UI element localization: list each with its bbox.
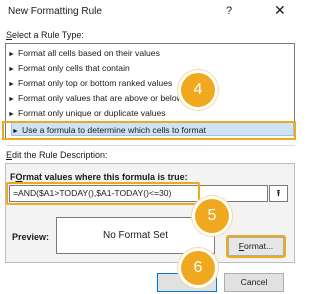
arrow-icon: ► [8, 51, 15, 58]
rule-type-item-label: Format only unique or duplicate values [18, 108, 166, 118]
rule-type-item-label: Format only top or bottom ranked values [18, 78, 173, 88]
title-bar: New Formatting Rule ? ✕ [0, 0, 300, 24]
new-formatting-rule-dialog: New Formatting Rule ? ✕ Select a Rule Ty… [0, 0, 300, 294]
formula-label-accesskey: O [15, 172, 23, 182]
help-icon[interactable]: ? [226, 5, 232, 17]
formula-label-text: rmat values where this formula is true: [22, 172, 188, 182]
divider [6, 145, 295, 146]
format-button-highlight [226, 235, 286, 258]
rule-type-item-label: Format all cells based on their values [18, 48, 160, 58]
arrow-icon: ► [8, 81, 15, 88]
rule-type-item[interactable]: ► Format all cells based on their values [8, 46, 292, 60]
preview-label: Preview: [12, 232, 50, 242]
step-5-badge: 5 [195, 199, 229, 233]
close-icon[interactable]: ✕ [274, 3, 286, 17]
rule-type-label: Select a Rule Type: [6, 30, 84, 40]
formula-highlight [6, 182, 200, 205]
rule-type-item[interactable]: ► Format only unique or duplicate values [8, 106, 292, 120]
description-label-text: dit the Rule Description: [12, 150, 108, 160]
rule-type-item-label: Format only cells that contain [18, 63, 130, 73]
collapse-dialog-button[interactable]: ⭱ [269, 185, 288, 202]
step-4-badge: 4 [181, 73, 215, 107]
arrow-icon: ► [8, 111, 15, 118]
preview-box: No Format Set [56, 217, 215, 254]
rule-type-item[interactable]: ► Format only top or bottom ranked values [8, 76, 292, 90]
rule-type-item[interactable]: ► Format only values that are above or be… [8, 91, 292, 105]
dialog-title: New Formatting Rule [8, 6, 102, 17]
arrow-icon: ► [8, 96, 15, 103]
cancel-button[interactable]: Cancel [224, 273, 284, 292]
rule-type-label-text: elect a Rule Type: [12, 30, 84, 40]
step-6-badge: 6 [181, 251, 215, 285]
description-label: Edit the Rule Description: [6, 150, 108, 160]
arrow-icon: ► [8, 66, 15, 73]
formula-label: FOrmat values where this formula is true… [10, 172, 188, 182]
selected-rule-highlight [2, 121, 296, 140]
rule-type-item[interactable]: ► Format only cells that contain [8, 61, 292, 75]
